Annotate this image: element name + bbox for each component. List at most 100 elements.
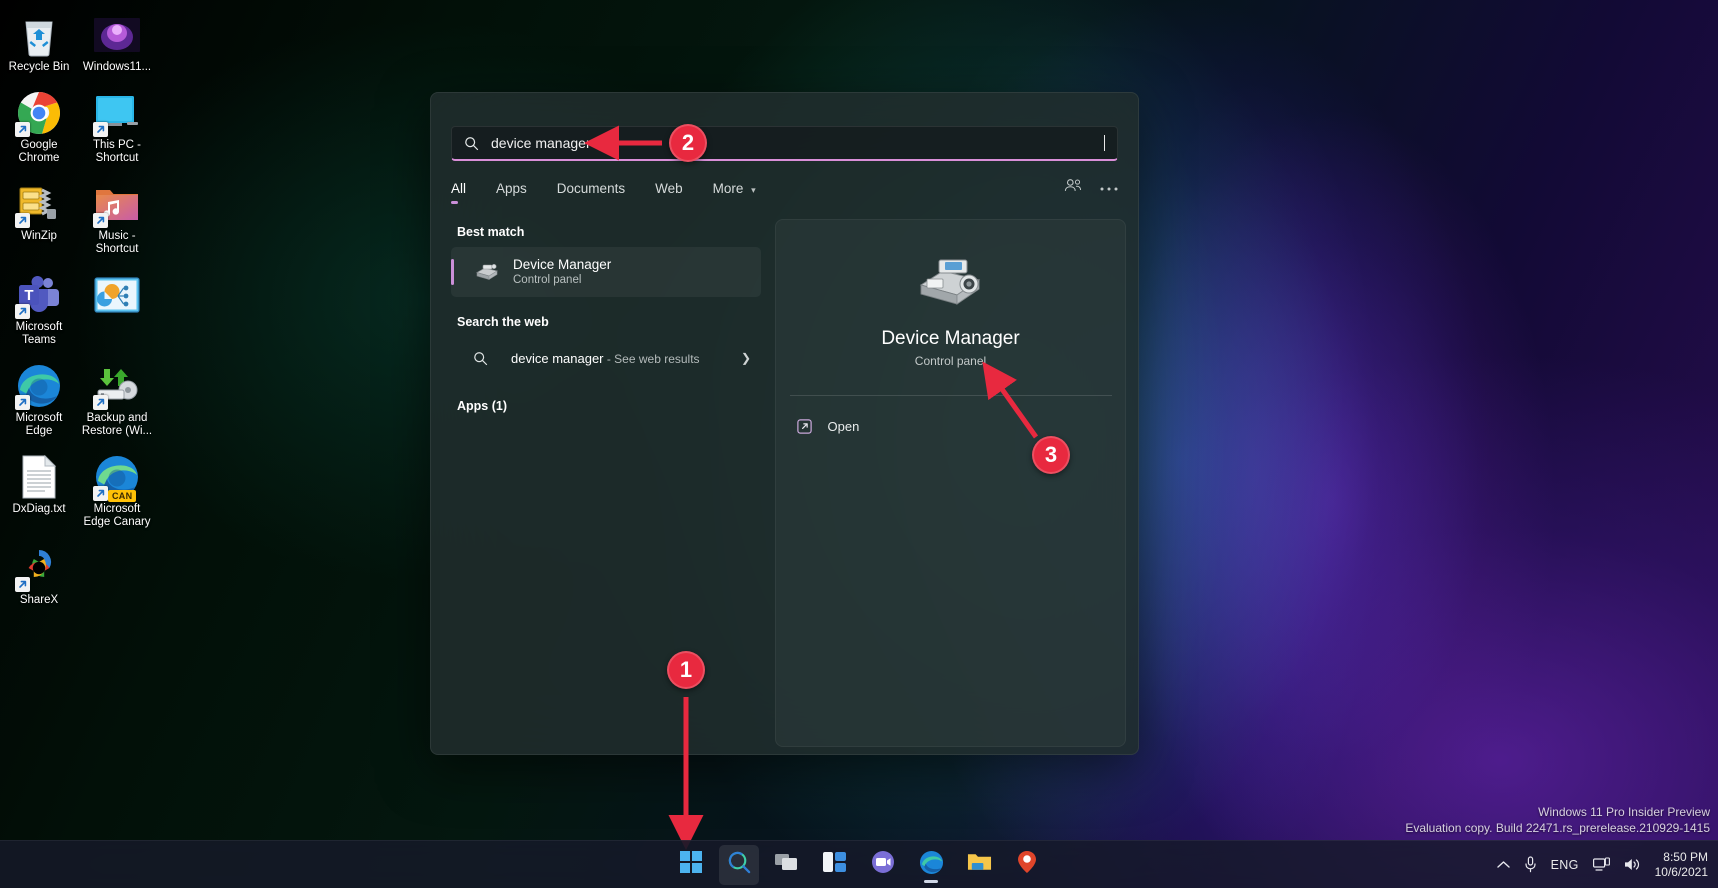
- open-action-label: Open: [827, 418, 860, 434]
- desktop-icon-label: Microsoft Edge: [15, 412, 63, 437]
- apps-section-heading: Apps (1): [457, 399, 507, 413]
- chat-teams-icon: [871, 850, 895, 879]
- desktop-icon-music-shortcut[interactable]: Music - Shortcut: [78, 175, 156, 256]
- open-external-icon: [796, 418, 822, 435]
- desktop-icon-recycle-bin[interactable]: Recycle Bin: [0, 6, 78, 74]
- watermark-line-1: Windows 11 Pro Insider Preview: [1538, 805, 1710, 819]
- canary-badge: CAN: [108, 490, 137, 502]
- text-caret: [1104, 135, 1105, 151]
- volume-icon[interactable]: [1624, 857, 1641, 872]
- chat-button[interactable]: [863, 845, 903, 885]
- search-results-column: Best match Device Manager Control panel: [431, 219, 761, 754]
- maps-pin-button[interactable]: [1007, 845, 1047, 885]
- text-file-icon: [16, 454, 62, 500]
- desktop-icon-label: Google Chrome: [18, 139, 60, 164]
- language-indicator[interactable]: ENG: [1551, 858, 1579, 872]
- desktop-icon-dxdiag-txt[interactable]: DxDiag.txt: [0, 448, 78, 529]
- more-options-icon[interactable]: [1100, 179, 1118, 197]
- location-pin-icon: [1017, 850, 1037, 879]
- shortcut-overlay-icon: [93, 213, 108, 228]
- shortcut-overlay-icon: [15, 395, 30, 410]
- start-button[interactable]: [671, 845, 711, 885]
- account-people-icon[interactable]: [1064, 178, 1082, 198]
- microphone-icon[interactable]: [1524, 856, 1537, 873]
- task-view-icon: [775, 851, 799, 878]
- shortcut-overlay-icon: [15, 213, 30, 228]
- widgets-icon: [823, 851, 847, 878]
- desktop-icon-microsoft-teams[interactable]: T Microsoft Teams: [0, 266, 78, 347]
- search-button[interactable]: [719, 844, 759, 885]
- task-view-button[interactable]: [767, 845, 807, 885]
- desktop-icon-this-pc-shortcut[interactable]: This PC - Shortcut: [78, 84, 156, 165]
- desktop-icon-label: This PC - Shortcut: [93, 139, 141, 164]
- chevron-right-icon: ❯: [740, 351, 751, 365]
- desktop-icon-google-chrome[interactable]: Google Chrome: [0, 84, 78, 165]
- desktop-icon-label: Recycle Bin: [8, 61, 70, 73]
- annotation-badge-1-label: 1: [679, 657, 693, 682]
- search-input-container[interactable]: [451, 126, 1118, 161]
- watermark-line-2: Evaluation copy. Build 22471.rs_prerelea…: [1405, 821, 1710, 835]
- file-explorer-icon: [967, 851, 992, 878]
- tab-more[interactable]: More ▾: [713, 181, 756, 204]
- svg-text:T: T: [24, 287, 33, 304]
- annotation-badge-2: 2: [669, 124, 707, 162]
- shortcut-overlay-icon: [15, 122, 30, 137]
- best-match-heading: Best match: [457, 225, 525, 239]
- annotation-badge-2-label: 2: [681, 130, 695, 155]
- clock-and-date[interactable]: 8:50 PM 10/6/2021: [1655, 850, 1708, 880]
- file-explorer-button[interactable]: [959, 845, 999, 885]
- tab-documents[interactable]: Documents: [557, 181, 625, 204]
- best-match-result-device-manager[interactable]: Device Manager Control panel: [451, 247, 761, 297]
- chevron-up-icon[interactable]: [1496, 860, 1510, 869]
- web-result-text: device manager - See web results: [511, 351, 741, 366]
- desktop-icon-control-panel-chart-icon[interactable]: [78, 266, 156, 347]
- desktop-icon-windows11[interactable]: Windows11...: [78, 6, 156, 74]
- windows11-wallpaper-icon: [94, 12, 140, 58]
- windows-logo-icon: [680, 851, 702, 878]
- desktop-icon-label: Microsoft Edge Canary: [83, 503, 151, 528]
- taskbar-time: 8:50 PM: [1663, 849, 1708, 864]
- system-tray: ENG 8:50 PM 10/6/2021: [1496, 850, 1708, 880]
- search-preview-panel: Device Manager Control panel Open: [775, 219, 1126, 747]
- control-panel-chart-icon: [94, 272, 140, 318]
- chevron-down-icon: ▾: [751, 184, 756, 195]
- music-folder-icon: [93, 181, 140, 228]
- desktop-icon-backup-and-restore-wi[interactable]: Backup and Restore (Wi...: [78, 357, 156, 438]
- desktop-icon-grid: Recycle Bin Windows11... Google Chrome T…: [0, 6, 160, 607]
- edge-button[interactable]: [911, 845, 951, 885]
- taskbar-center-buttons: [671, 844, 1047, 885]
- preview-divider: [789, 395, 1112, 396]
- desktop-icon-winzip[interactable]: WinZip: [0, 175, 78, 256]
- desktop-icon-label: DxDiag.txt: [12, 503, 66, 515]
- this-pc-icon: [93, 90, 140, 137]
- tab-documents-label: Documents: [556, 180, 626, 196]
- shortcut-overlay-icon: [15, 577, 30, 592]
- tab-apps-label: Apps: [496, 180, 527, 196]
- shortcut-overlay-icon: [93, 395, 108, 410]
- best-match-subtitle: Control panel: [513, 274, 582, 286]
- desktop-icon-label: Backup and Restore (Wi...: [81, 412, 153, 437]
- tab-all-label: All: [451, 180, 467, 196]
- web-result-item[interactable]: device manager - See web results ❯: [451, 337, 761, 379]
- search-input[interactable]: [491, 135, 1104, 151]
- preview-subtitle: Control panel: [914, 354, 987, 368]
- recycle-bin-icon: [16, 12, 62, 58]
- open-action-button[interactable]: Open: [790, 410, 1112, 442]
- widgets-button[interactable]: [815, 845, 855, 885]
- network-icon[interactable]: [1592, 857, 1610, 872]
- microsoft-edge-icon: [15, 363, 62, 410]
- google-chrome-icon: [15, 90, 62, 137]
- annotation-badge-1: 1: [667, 651, 705, 689]
- desktop-icon-microsoft-edge-canary[interactable]: CAN Microsoft Edge Canary: [78, 448, 156, 529]
- web-result-suffix: - See web results: [603, 351, 700, 366]
- annotation-badge-3: 3: [1032, 436, 1070, 474]
- desktop-icon-microsoft-edge[interactable]: Microsoft Edge: [0, 357, 78, 438]
- taskbar: ENG 8:50 PM 10/6/2021: [0, 840, 1718, 888]
- desktop-icon-sharex[interactable]: ShareX: [0, 539, 78, 607]
- tab-apps[interactable]: Apps: [496, 181, 527, 204]
- desktop-icon-label: ShareX: [19, 594, 59, 606]
- tab-all[interactable]: All: [451, 181, 466, 204]
- tab-web[interactable]: Web: [655, 181, 683, 204]
- annotation-badge-3-label: 3: [1044, 442, 1058, 467]
- shortcut-overlay-icon: [93, 486, 108, 501]
